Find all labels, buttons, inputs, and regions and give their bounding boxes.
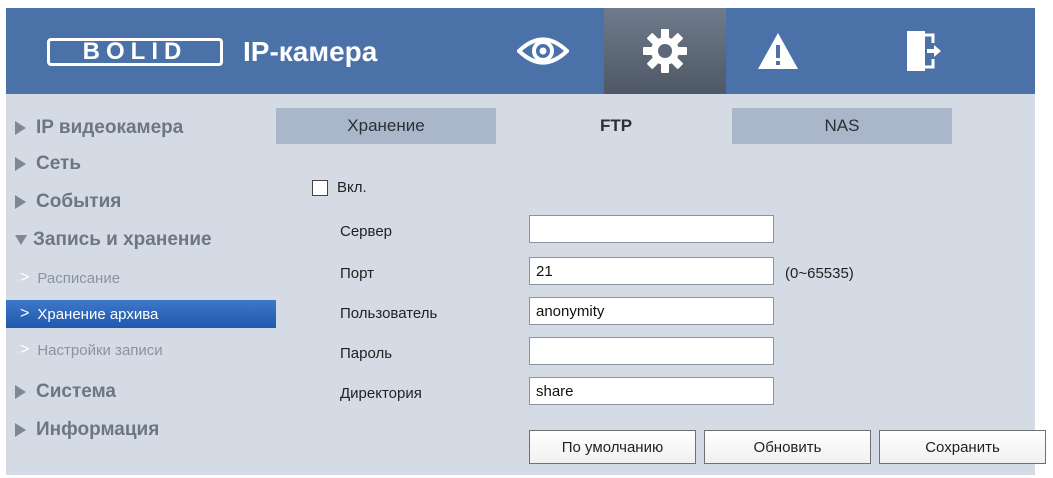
eye-icon [517,37,569,65]
chevron-right-icon: > [20,305,30,322]
sidebar-subitem-label: Настройки записи [37,341,163,359]
sidebar-item-info[interactable]: Информация [6,414,274,446]
logo: BOLID IP-камера [47,35,377,69]
chevron-right-icon: > [20,341,30,358]
brand-logo: BOLID [47,38,223,66]
triangle-down-icon [15,235,27,245]
save-button[interactable]: Сохранить [879,430,1046,464]
sidebar-item-label: Запись и хранение [33,229,212,250]
server-label: Сервер [340,223,393,240]
port-label: Порт [340,265,375,282]
user-input[interactable] [529,297,774,325]
user-label: Пользователь [340,305,438,322]
sidebar-item-label: Информация [36,419,160,440]
sidebar-item-ip-camera[interactable]: IP видеокамера [6,112,274,144]
sidebar-subitem-label: Расписание [37,269,121,287]
directory-input[interactable] [529,377,774,405]
sidebar-item-system[interactable]: Система [6,376,274,408]
nav-live-view[interactable] [493,8,593,94]
main-content: Хранение FTP NAS Вкл. Сервер Порт (0~655… [276,108,1046,475]
ftp-settings-panel: Вкл. Сервер Порт (0~65535) Пользователь … [276,144,1046,475]
enable-label: Вкл. [337,179,367,196]
tab-ftp[interactable]: FTP [506,108,726,144]
sidebar-subitem-label: Хранение архива [37,305,159,323]
triangle-right-icon [15,385,26,399]
tab-storage[interactable]: Хранение [276,108,496,144]
sidebar-item-label: События [36,191,122,212]
exit-icon [907,31,941,71]
app-frame: BOLID IP-камера IP видеокамера Сеть Собы… [6,8,1046,475]
password-input[interactable] [529,337,774,365]
port-range-hint: (0~65535) [785,265,854,282]
sidebar: IP видеокамера Сеть События Запись и хра… [6,104,276,475]
nav-logout[interactable] [873,8,973,94]
enable-checkbox[interactable] [312,179,328,196]
nav-settings[interactable] [604,8,726,94]
tab-bar: Хранение FTP NAS [276,108,1035,144]
refresh-button[interactable]: Обновить [704,430,871,464]
triangle-right-icon [15,195,26,209]
password-label: Пароль [340,345,393,362]
server-input[interactable] [529,215,774,243]
chevron-right-icon: > [20,269,30,286]
sidebar-subitem-record-settings[interactable]: > Настройки записи [6,336,276,364]
triangle-right-icon [15,121,26,135]
sidebar-subitem-archive-storage[interactable]: > Хранение архива [6,300,276,328]
nav-alarms[interactable] [728,8,828,94]
warning-icon [758,33,798,69]
sidebar-item-label: Система [36,381,116,402]
app-title: IP-камера [243,36,378,67]
gear-icon [643,29,687,73]
directory-label: Директория [340,385,422,402]
enable-row: Вкл. [312,179,367,196]
default-button[interactable]: По умолчанию [529,430,696,464]
sidebar-item-network[interactable]: Сеть [6,148,274,180]
triangle-right-icon [15,157,26,171]
triangle-right-icon [15,423,26,437]
port-input[interactable] [529,257,774,285]
sidebar-item-label: Сеть [36,153,82,174]
sidebar-item-label: IP видеокамера [36,117,184,138]
tab-nas[interactable]: NAS [732,108,952,144]
header-bar: BOLID IP-камера [6,8,1035,94]
sidebar-item-events[interactable]: События [6,186,274,218]
sidebar-subitem-schedule[interactable]: > Расписание [6,264,276,292]
sidebar-item-record-storage[interactable]: Запись и хранение [6,224,274,256]
